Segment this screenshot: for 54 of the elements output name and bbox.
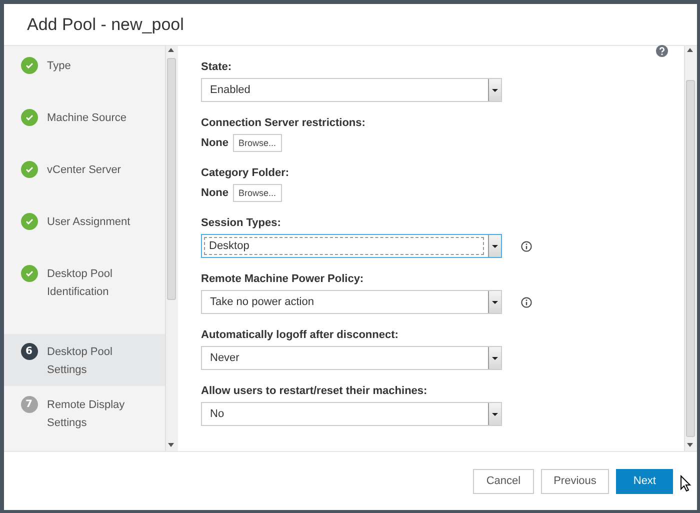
caret-icon [492, 412, 498, 416]
caret-icon [492, 244, 498, 248]
dropdown[interactable]: Enabled [201, 78, 502, 102]
caret-icon [492, 300, 498, 304]
caret-icon [492, 356, 498, 360]
browse-button[interactable]: Browse... [232, 134, 282, 152]
field-label: State: [201, 60, 233, 75]
field-label: Remote Machine Power Policy: [201, 272, 365, 287]
dialog-title: Add Pool - new_pool [27, 14, 184, 34]
wizard-step[interactable]: 7 Remote Display Settings [4, 396, 165, 453]
field-label: Session Types: [201, 216, 282, 231]
help-icon [656, 45, 668, 57]
dialog-button[interactable]: Next [616, 468, 673, 494]
step-label: Desktop Pool Settings [47, 345, 114, 378]
dropdown[interactable]: Desktop [201, 234, 502, 258]
dropdown[interactable]: No [201, 402, 502, 426]
cursor-icon [680, 475, 692, 492]
step-label: User Assignment [47, 215, 132, 230]
check-icon [20, 265, 38, 282]
check-icon [20, 109, 38, 126]
step-label: Type [47, 59, 72, 74]
scrollbar[interactable] [684, 46, 697, 451]
check-icon [20, 161, 38, 178]
wizard-step[interactable]: Type [4, 57, 165, 109]
step-label: vCenter Server [47, 163, 122, 178]
field-label: Category Folder: [201, 166, 290, 181]
scrollbar[interactable] [165, 46, 178, 451]
field-label: Connection Server restrictions: [201, 116, 366, 131]
field-value: None [201, 187, 228, 199]
check-icon [20, 57, 38, 74]
wizard-step[interactable]: 6 Desktop Pool Settings [4, 334, 165, 386]
scroll-down-icon [168, 443, 174, 447]
scroll-up-icon [687, 48, 693, 52]
step-number: 7 [20, 396, 38, 413]
step-label: Remote Display Settings [47, 398, 126, 431]
field-value: None [201, 137, 228, 149]
scroll-up-icon [168, 48, 174, 52]
dropdown[interactable]: Never [201, 346, 502, 370]
caret-icon [492, 88, 498, 92]
browse-button[interactable]: Browse... [232, 184, 282, 202]
dialog-button[interactable]: Cancel [473, 468, 534, 494]
wizard-step[interactable]: vCenter Server [4, 161, 165, 213]
step-label: Desktop Pool Identification [47, 267, 114, 300]
step-number: 6 [20, 343, 38, 360]
dialog-button[interactable]: Previous [540, 468, 610, 494]
dropdown[interactable]: Take no power action [201, 290, 502, 314]
wizard-step[interactable]: User Assignment [4, 213, 165, 265]
scroll-down-icon [687, 443, 693, 447]
field-label: Automatically logoff after disconnect: [201, 328, 400, 343]
field-label: Allow users to restart/reset their machines: [201, 384, 428, 399]
wizard-step[interactable]: Desktop Pool Identification [4, 265, 165, 322]
check-icon [20, 213, 38, 230]
step-label: Machine Source [47, 111, 128, 126]
wizard-step[interactable]: Machine Source [4, 109, 165, 161]
